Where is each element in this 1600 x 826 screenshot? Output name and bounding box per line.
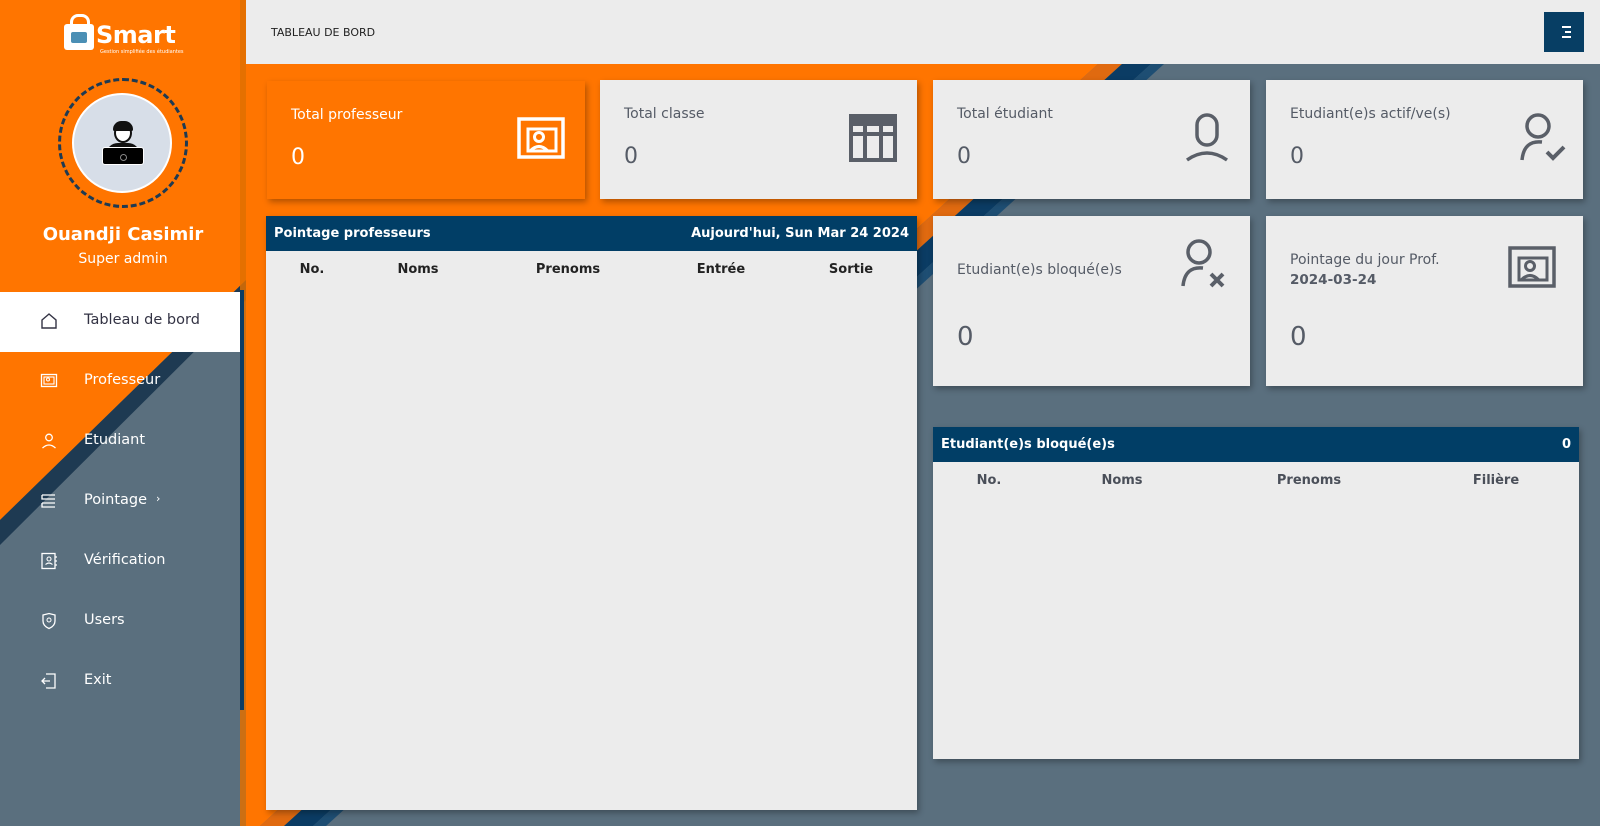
user-icon xyxy=(42,433,56,449)
column-header-sortie[interactable]: Sortie xyxy=(829,262,873,277)
table-date: Aujourd'hui, Sun Mar 24 2024 xyxy=(691,226,909,241)
etudiants-bloques-table: Etudiant(e)s bloqué(e)s 0 No. Noms Preno… xyxy=(933,427,1579,759)
home-icon xyxy=(41,313,57,329)
chevron-right-icon: › xyxy=(156,492,161,505)
sidebar-item-label: Professeur xyxy=(84,372,161,388)
sidebar-item-verification[interactable]: Vérification xyxy=(0,532,241,592)
column-header-noms[interactable]: Noms xyxy=(1101,473,1142,488)
sidebar-nav: Tableau de bord Professeur Etudiant Poin… xyxy=(0,292,241,712)
sidebar-item-label: Users xyxy=(84,612,125,628)
presentation-icon xyxy=(1508,246,1556,288)
card-date: 2024-03-24 xyxy=(1290,272,1377,288)
user-name: Ouandji Casimir xyxy=(42,224,204,245)
table-title: Etudiant(e)s bloqué(e)s xyxy=(941,437,1115,452)
presentation-icon xyxy=(40,373,58,388)
column-header-filiere[interactable]: Filière xyxy=(1473,473,1519,488)
column-header-prenoms[interactable]: Prenoms xyxy=(536,262,600,277)
page-title: TABLEAU DE BORD xyxy=(271,26,376,39)
card-value: 0 xyxy=(624,144,638,169)
app-logo[interactable]: Smart Gestion simplifiée des étudiantes xyxy=(62,12,186,58)
card-pointage-jour[interactable]: Pointage du jour Prof. 2024-03-24 0 xyxy=(1266,216,1583,386)
table-header: Pointage professeurs Aujourd'hui, Sun Ma… xyxy=(266,216,917,251)
card-total-etudiant[interactable]: Total étudiant 0 xyxy=(933,80,1250,199)
card-total-professeur[interactable]: Total professeur 0 xyxy=(267,81,585,199)
logo-subtitle: Gestion simplifiée des étudiantes xyxy=(100,49,184,55)
card-total-classe[interactable]: Total classe 0 xyxy=(600,80,917,199)
laptop-icon xyxy=(102,147,144,165)
card-label: Total classe xyxy=(624,106,705,122)
column-header-no[interactable]: No. xyxy=(977,473,1002,488)
user-role: Super admin xyxy=(78,251,168,267)
sidebar-item-label: Vérification xyxy=(84,552,166,568)
user-x-icon xyxy=(1181,239,1225,288)
card-value: 0 xyxy=(957,144,971,169)
logout-icon xyxy=(41,673,56,689)
card-value: 0 xyxy=(1290,144,1304,169)
presentation-icon xyxy=(517,117,565,159)
card-value: 0 xyxy=(1290,322,1307,352)
sidebar-item-professeur[interactable]: Professeur xyxy=(0,352,241,412)
sidebar-item-tableau-de-bord[interactable]: Tableau de bord xyxy=(0,292,241,352)
card-value: 0 xyxy=(957,322,974,352)
column-header-prenoms[interactable]: Prenoms xyxy=(1277,473,1341,488)
table-count: 0 xyxy=(1561,437,1571,452)
card-value: 0 xyxy=(291,145,305,170)
table-header: Etudiant(e)s bloqué(e)s 0 xyxy=(933,427,1579,462)
sidebar-item-exit[interactable]: Exit xyxy=(0,652,241,712)
card-label: Etudiant(e)s actif/ve(s) xyxy=(1290,106,1451,122)
column-header-no[interactable]: No. xyxy=(300,262,325,277)
card-label: Total professeur xyxy=(291,107,403,123)
menu-icon xyxy=(1562,26,1571,28)
sidebar-scrollbar[interactable] xyxy=(240,290,244,710)
sidebar-item-label: Exit xyxy=(84,672,112,688)
user-icon xyxy=(1185,113,1229,162)
sidebar-item-users[interactable]: Users xyxy=(0,592,241,652)
logo-text: Smart xyxy=(96,21,176,49)
table-title: Pointage professeurs xyxy=(274,226,431,241)
sidebar-item-label: Pointage xyxy=(84,492,148,508)
card-etudiants-actifs[interactable]: Etudiant(e)s actif/ve(s) 0 xyxy=(1266,80,1583,199)
lock-icon xyxy=(64,14,94,50)
sidebar: Smart Gestion simplifiée des étudiantes … xyxy=(0,0,246,826)
sidebar-item-pointage[interactable]: Pointage › xyxy=(0,472,241,532)
list-icon xyxy=(41,494,55,508)
header: TABLEAU DE BORD xyxy=(246,0,1600,64)
shield-icon xyxy=(42,612,56,630)
pointage-professeurs-table: Pointage professeurs Aujourd'hui, Sun Ma… xyxy=(266,216,917,810)
card-etudiants-bloques[interactable]: Etudiant(e)s bloqué(e)s 0 xyxy=(933,216,1250,386)
column-header-entree[interactable]: Entrée xyxy=(697,262,745,277)
card-label: Total étudiant xyxy=(957,106,1053,122)
menu-button[interactable] xyxy=(1544,12,1584,52)
sidebar-item-etudiant[interactable]: Etudiant xyxy=(0,412,241,472)
contact-book-icon xyxy=(41,552,57,570)
sidebar-item-label: Tableau de bord xyxy=(84,312,200,328)
column-header-noms[interactable]: Noms xyxy=(397,262,438,277)
avatar[interactable] xyxy=(72,93,172,193)
table-icon xyxy=(849,114,897,162)
sidebar-item-label: Etudiant xyxy=(84,432,146,448)
card-label: Etudiant(e)s bloqué(e)s xyxy=(957,262,1122,278)
user-check-icon xyxy=(1520,113,1566,161)
card-label: Pointage du jour Prof. xyxy=(1290,252,1440,268)
